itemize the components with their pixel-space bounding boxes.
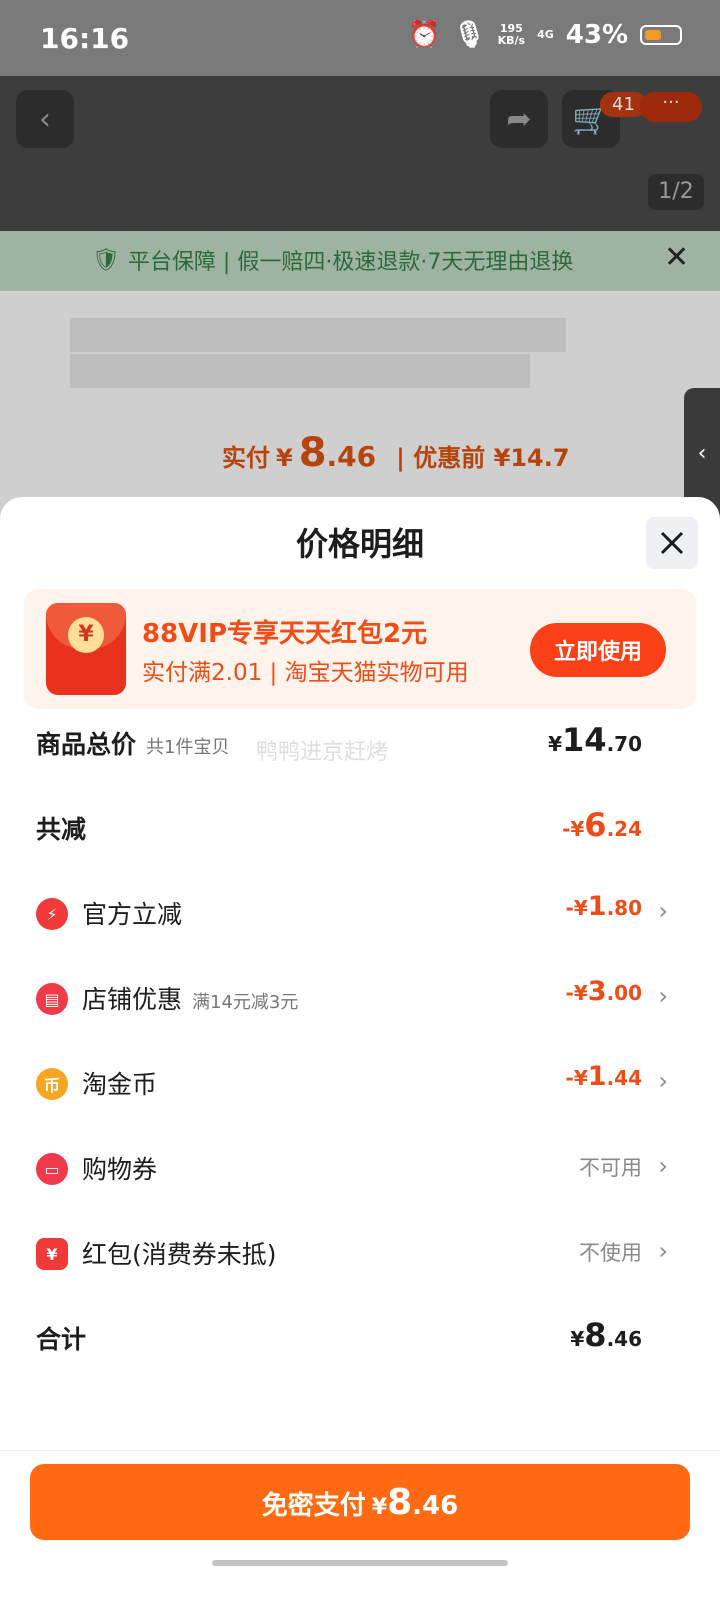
pay-button-label: 免密支付: [261, 1491, 366, 1521]
close-icon: [660, 531, 684, 555]
row-value: -¥ 3.00: [565, 976, 642, 1007]
row-official-discount[interactable]: ⚡ 官方立减 -¥ 1.80 ›: [0, 883, 720, 943]
status-bar: 16:16 ⏰ 🎙 195 KB/s 4G 43%: [0, 0, 720, 76]
guarantee-close-icon[interactable]: ✕: [664, 240, 689, 275]
chevron-left-icon: ‹: [697, 440, 707, 466]
home-indicator[interactable]: [212, 1560, 508, 1566]
pay-button-currency: ¥: [371, 1495, 388, 1520]
microphone-icon: 🎙: [452, 20, 486, 50]
image-page-indicator: 1/2: [648, 174, 704, 210]
blurred-title: [70, 318, 566, 352]
background-paid-price: 实付 ¥ 8 .46 | 优惠前 ¥14.7: [222, 430, 570, 476]
vip-red-packet-banner: ¥ 88VIP专享天天红包2元 实付满2.01 | 淘宝天猫实物可用 立即使用: [24, 589, 696, 709]
row-label: 淘金币: [82, 1070, 158, 1099]
network-type: 4G: [537, 28, 554, 41]
row-total-discount: 共减 -¥ 6.24: [0, 798, 720, 858]
lightning-icon: ⚡: [36, 898, 68, 930]
row-label: 官方立减: [82, 900, 183, 929]
store-icon: ▤: [36, 983, 68, 1015]
promo-subtitle: 实付满2.01 | 淘宝天猫实物可用: [142, 660, 469, 686]
row-tao-coins[interactable]: 币 淘金币 -¥ 1.44 ›: [0, 1053, 720, 1113]
row-value: ¥14.70: [548, 721, 642, 759]
row-shopping-voucher[interactable]: ▭ 购物券 不可用 ›: [0, 1138, 720, 1198]
paid-int: 8: [298, 430, 327, 476]
row-value: -¥ 1.80: [565, 891, 642, 922]
chevron-right-icon: ›: [658, 1152, 668, 1180]
blurred-title-line2: [70, 354, 530, 388]
more-button[interactable]: ···: [640, 92, 702, 122]
more-icon: ···: [662, 92, 680, 113]
watermark: 鸭鸭进京赶烤: [256, 740, 389, 765]
status-time: 16:16: [40, 22, 130, 55]
background-product-page: 16:16 ⏰ 🎙 195 KB/s 4G 43% ‹ ➦ 🛒 41 ··· 1…: [0, 0, 720, 520]
price-detail-sheet: 价格明细 ¥ 88VIP专享天天红包2元 实付满2.01 | 淘宝天猫实物可用 …: [0, 497, 720, 1600]
alarm-icon: ⏰: [408, 20, 441, 50]
password-free-pay-button[interactable]: 免密支付 ¥ 8 .46: [30, 1464, 690, 1540]
network-speed: 195 KB/s: [498, 23, 525, 47]
row-label: 红包(消费券未抵): [82, 1240, 277, 1269]
red-envelope-icon: ¥: [46, 603, 126, 695]
chevron-right-icon: ›: [658, 1237, 668, 1265]
battery-level: 43%: [565, 20, 628, 50]
guarantee-notice: 🛡 平台保障 | 假一赔四·极速退款·7天无理由退换: [92, 244, 573, 276]
back-button[interactable]: ‹: [16, 90, 74, 148]
shield-icon: 🛡: [92, 247, 120, 273]
battery-icon: [640, 25, 682, 45]
use-now-button[interactable]: 立即使用: [530, 623, 666, 677]
row-red-packet[interactable]: ¥ 红包(消费券未抵) 不使用 ›: [0, 1223, 720, 1283]
row-label: 购物券: [82, 1155, 158, 1184]
before-discount: | 优惠前 ¥14.7: [396, 444, 570, 472]
row-label: 共减: [36, 815, 87, 844]
share-button[interactable]: ➦: [490, 90, 548, 148]
ticket-icon: ▭: [36, 1153, 68, 1185]
chevron-right-icon: ›: [658, 897, 668, 925]
paid-currency: ¥: [276, 444, 293, 472]
row-label: 商品总价 共1件宝贝: [36, 730, 230, 759]
row-value: -¥ 1.44: [565, 1061, 642, 1092]
row-status: 不使用: [579, 1241, 642, 1265]
row-label: 合计: [36, 1325, 87, 1354]
divider: [0, 1450, 720, 1451]
coin-icon: 币: [36, 1068, 68, 1100]
red-envelope-icon: ¥: [36, 1238, 68, 1270]
row-status: 不可用: [579, 1156, 642, 1180]
row-value: ¥8.46: [570, 1316, 642, 1354]
row-note: 满14元减3元: [192, 992, 299, 1013]
row-store-discount[interactable]: ▤ 店铺优惠 满14元减3元 -¥ 3.00 ›: [0, 968, 720, 1028]
pay-button-int: 8: [387, 1482, 413, 1523]
network-speed-unit: KB/s: [497, 34, 526, 47]
row-note: 共1件宝贝: [146, 737, 230, 758]
row-value: -¥ 6.24: [562, 806, 642, 844]
paid-label: 实付: [222, 444, 270, 472]
chevron-right-icon: ›: [658, 982, 668, 1010]
sheet-title: 价格明细: [295, 525, 424, 563]
guarantee-text: 平台保障 | 假一赔四·极速退款·7天无理由退换: [127, 250, 574, 275]
chevron-left-icon: ‹: [39, 101, 51, 137]
row-label: 店铺优惠 满14元减3元: [82, 985, 299, 1014]
pay-button-dec: .46: [412, 1491, 459, 1521]
row-grand-total: 合计 ¥8.46: [0, 1308, 720, 1368]
close-button[interactable]: [646, 517, 698, 569]
chevron-right-icon: ›: [658, 1067, 668, 1095]
status-indicators: ⏰ 🎙 195 KB/s 4G 43%: [408, 20, 682, 50]
paid-dec: .46: [326, 440, 377, 473]
promo-title: 88VIP专享天天红包2元: [142, 619, 428, 649]
share-icon: ➦: [506, 101, 532, 137]
